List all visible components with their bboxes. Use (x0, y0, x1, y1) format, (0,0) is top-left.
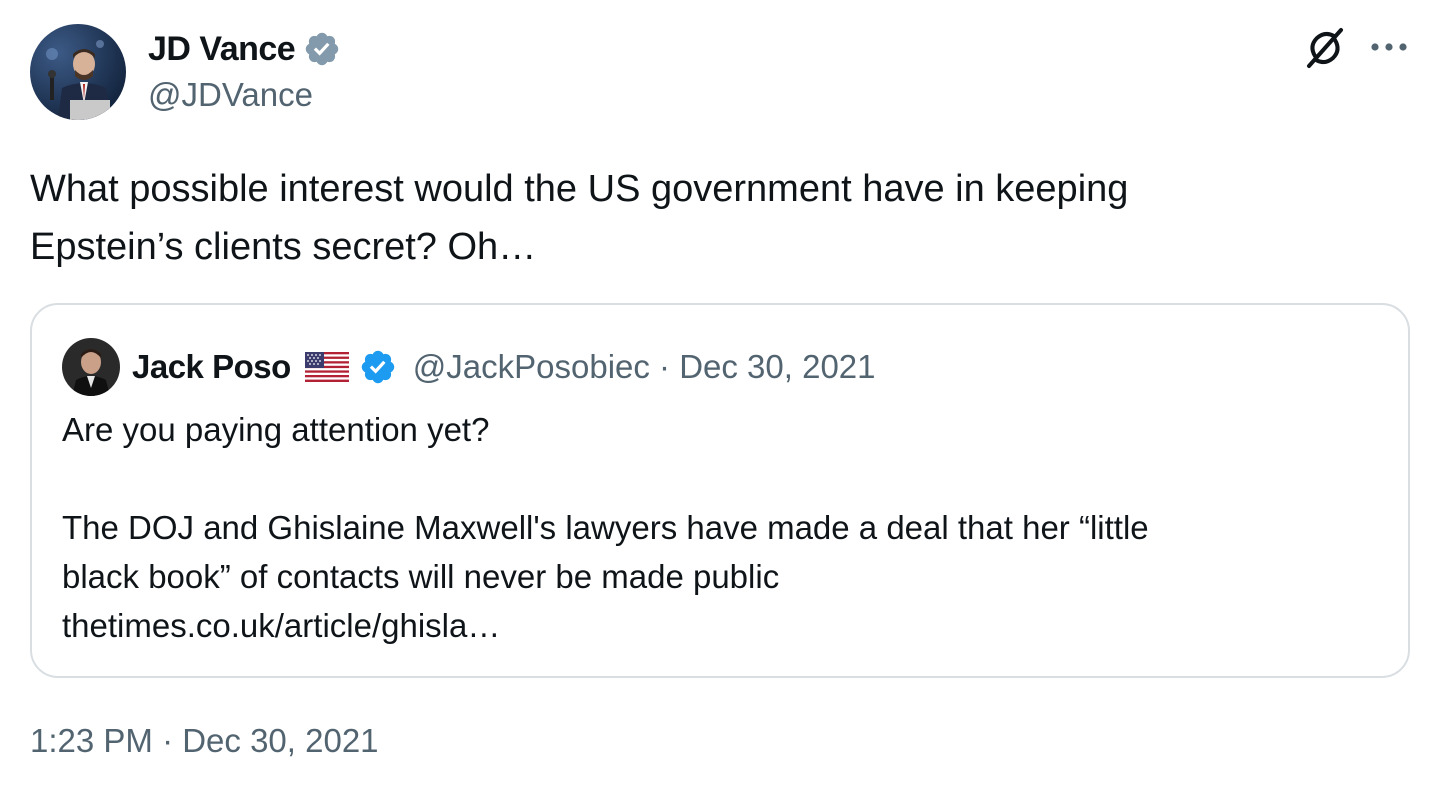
verified-badge-icon (303, 30, 341, 68)
author-name-row: JD Vance (148, 26, 341, 72)
author-name[interactable]: JD Vance (148, 30, 296, 69)
quoted-tweet-text: Are you paying attention yet? The DOJ an… (62, 411, 1149, 644)
verified-badge-icon (359, 348, 397, 386)
quoted-author-name[interactable]: Jack Poso (132, 348, 291, 386)
us-flag-icon (304, 352, 349, 382)
quoted-tweet-card[interactable]: Jack Poso @JackPosobiec · Dec 30, 2021 A… (30, 303, 1410, 678)
author-handle[interactable]: @JDVance (148, 76, 313, 114)
quoted-tweet-header: Jack Poso @JackPosobiec · Dec 30, 2021 (62, 337, 876, 397)
grok-icon[interactable] (1303, 26, 1347, 70)
quoted-author-avatar[interactable] (62, 338, 120, 396)
more-icon[interactable] (1366, 32, 1412, 62)
tweet-timestamp[interactable]: 1:23 PM · Dec 30, 2021 (30, 722, 379, 760)
quoted-handle-date: @JackPosobiec · Dec 30, 2021 (412, 348, 876, 385)
author-avatar[interactable] (30, 24, 126, 120)
tweet-text: What possible interest would the US gove… (30, 168, 1129, 268)
